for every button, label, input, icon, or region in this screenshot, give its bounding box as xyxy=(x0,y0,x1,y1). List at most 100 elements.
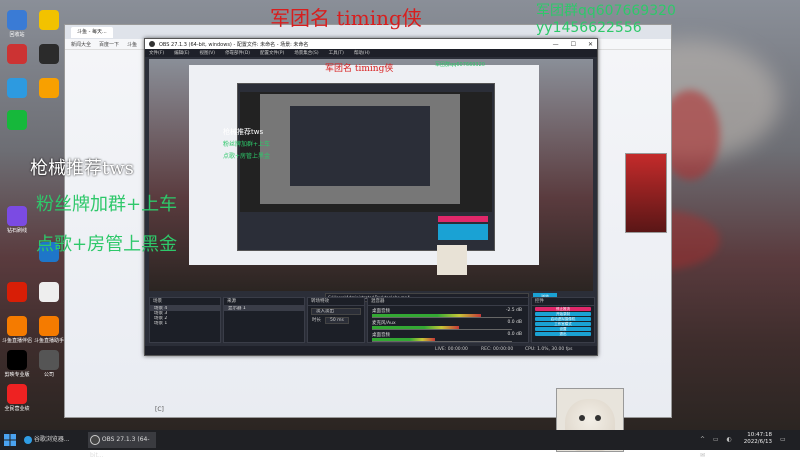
bookmark-item[interactable]: 新闻大全 xyxy=(71,41,91,48)
desktop-icon[interactable]: 钻石刷线 xyxy=(2,206,32,234)
scene-item[interactable]: 场景 1 xyxy=(150,321,220,326)
obs-menu-item[interactable]: 配置文件(P) xyxy=(260,50,284,56)
taskbar-item-browser[interactable]: 谷歌浏览器... xyxy=(24,432,84,448)
desktop-icon-label: 斗鱼直播助手 xyxy=(34,338,65,344)
desktop-icon[interactable] xyxy=(2,44,32,65)
edge-icon xyxy=(24,435,32,444)
mixer-dock: 混音器 桌面音频 -2.5 dB 麦克风/Aux 0.0 dB 桌面音频 0.0 dB xyxy=(367,297,529,343)
cpu-status: CPU: 1.0%, 30.00 fps xyxy=(525,347,573,352)
obs-statusbar: LIVE: 00:00:00 REC: 00:00:00 CPU: 1.0%, … xyxy=(145,346,597,355)
taskbar: 谷歌浏览器... OBS 27.1.3 (64-bit... ^ ▭ ◐ ✉ 1… xyxy=(0,430,800,459)
desktop-icon-label: 全民营业绩 xyxy=(4,406,30,412)
desktop-icon[interactable]: 回收站 xyxy=(2,10,32,38)
control-button[interactable]: 设置 xyxy=(535,327,591,331)
app-icon xyxy=(7,384,27,404)
bookmark-item[interactable]: 斗鱼 xyxy=(127,41,137,48)
volume-slider[interactable] xyxy=(372,341,512,342)
desktop-icon[interactable]: 公司 xyxy=(34,350,64,378)
qq-icon xyxy=(7,78,27,98)
volume-slider[interactable] xyxy=(372,317,512,318)
tray-icons[interactable]: ^ ▭ ◐ ✉ xyxy=(700,432,740,459)
douyu-icon xyxy=(7,316,27,336)
obs-window[interactable]: OBS 27.1.3 (64-bit, windows) - 配置文件: 未命名… xyxy=(144,38,598,356)
windows-start-icon[interactable] xyxy=(4,432,18,448)
controls-dock: 控件 停止推流 开始录制 启动虚拟摄像机 工作室模式 设置 退出 xyxy=(531,297,595,343)
overlay-line2: 粉丝牌加群+上车 xyxy=(36,194,178,215)
live-status: LIVE: 00:00:00 xyxy=(435,347,468,352)
taskbar-item-label: 谷歌浏览器... xyxy=(33,436,70,443)
desktop-icon[interactable]: 斗鱼直播伴侣 xyxy=(2,316,32,344)
streamer-poster xyxy=(625,153,667,233)
maximize-icon[interactable]: ☐ xyxy=(571,41,576,48)
obs-menu-item[interactable]: 停靠部件(D) xyxy=(225,50,250,56)
volume-slider[interactable] xyxy=(372,329,512,330)
source-dock-title: 来源 xyxy=(224,298,304,306)
desktop-icon-label: 回收站 xyxy=(9,32,25,38)
app-icon xyxy=(39,44,59,64)
source-item[interactable]: 显示器 1 xyxy=(224,306,304,311)
obs-menu-item[interactable]: 场景集合(S) xyxy=(294,50,318,56)
desktop-icon[interactable] xyxy=(2,110,32,131)
scene-dock-title: 场景 xyxy=(150,298,220,306)
desktop-icon[interactable] xyxy=(2,78,32,99)
desktop-icon[interactable] xyxy=(34,282,64,303)
control-button[interactable]: 停止推流 xyxy=(535,307,591,311)
transition-dock-title: 转场特效 xyxy=(308,298,364,306)
preview-overlay-qq: 军团群qq607669320 xyxy=(435,62,485,68)
folder-icon xyxy=(39,350,59,370)
clock-date: 2022/6/13 xyxy=(743,439,772,445)
game-icon xyxy=(39,10,59,30)
duration-input[interactable]: 50 ms xyxy=(325,317,349,324)
preview-obs xyxy=(237,83,495,251)
desktop-icon[interactable] xyxy=(2,282,32,303)
obs-menu-item[interactable]: 编辑(E) xyxy=(174,50,189,56)
obs-window-title: OBS 27.1.3 (64-bit, windows) - 配置文件: 未命名… xyxy=(159,41,309,48)
transition-dock: 转场特效 淡入淡出 时长 50 ms xyxy=(307,297,365,343)
source-dock: 来源 显示器 1 xyxy=(223,297,305,343)
system-clock[interactable]: 10:47:18 2022/6/13 xyxy=(744,432,772,446)
control-button[interactable]: 退出 xyxy=(535,332,591,336)
capcut-icon xyxy=(7,350,27,370)
preview-cat xyxy=(437,245,467,275)
desktop-icon[interactable]: 斗鱼直播助手 xyxy=(34,316,64,344)
desktop-icon[interactable]: 全民营业绩 xyxy=(2,384,32,412)
obs-menu-item[interactable]: 视图(V) xyxy=(199,50,215,56)
preview-overlay-line2: 粉丝牌加群+上车 xyxy=(223,141,271,148)
notification-icon[interactable]: ▭ xyxy=(780,432,792,448)
mixer-channel-db: 0.0 dB xyxy=(507,320,522,325)
obs-icon xyxy=(90,434,100,445)
scene-dock: 场景 场景 4 场景 3 场景 2 场景 1 xyxy=(149,297,221,343)
overlay-line1: 枪械推荐tws xyxy=(30,158,134,179)
bookmark-item[interactable]: 百度一下 xyxy=(99,41,119,48)
preview-overlay-line3: 点歌+房管上黑金 xyxy=(223,153,271,160)
control-button[interactable]: 工作室模式 xyxy=(535,322,591,326)
obs-menu-item[interactable]: 文件(F) xyxy=(149,50,164,56)
minimize-icon[interactable]: — xyxy=(553,41,559,48)
close-icon[interactable]: ✕ xyxy=(588,41,593,48)
transition-select[interactable]: 淡入淡出 xyxy=(311,308,361,315)
rec-status: REC: 00:00:00 xyxy=(481,347,514,352)
desktop-icon[interactable] xyxy=(34,78,64,99)
overlay-qq: 军团群qq607669320 xyxy=(536,3,676,19)
duration-label: 时长 xyxy=(312,318,321,323)
control-button[interactable]: 开始录制 xyxy=(535,312,591,316)
obs-logo-icon xyxy=(149,41,155,47)
obs-menu-item[interactable]: 工具(T) xyxy=(329,50,344,56)
mixer-dock-title: 混音器 xyxy=(368,298,528,306)
desktop-icon[interactable]: 剪映专业版 xyxy=(2,350,32,378)
control-button[interactable]: 启动虚拟摄像机 xyxy=(535,317,591,321)
browser-tab[interactable]: 斗鱼 - 每天... xyxy=(71,26,113,38)
overlay-yy: yy1456622556 xyxy=(536,20,642,36)
mixer-channel-db: 0.0 dB xyxy=(507,332,522,337)
desktop-icon[interactable] xyxy=(34,10,64,31)
app-icon xyxy=(7,110,27,130)
desktop-icon-label: 剪映专业版 xyxy=(4,372,30,378)
app-icon xyxy=(7,44,27,64)
obs-preview[interactable]: 军团名 timing侠 军团群qq607669320 枪械推荐tws 粉丝牌加群… xyxy=(149,59,593,291)
desktop-icon[interactable] xyxy=(34,44,64,65)
obs-menu-item[interactable]: 帮助(H) xyxy=(354,50,370,56)
taskbar-item-obs[interactable]: OBS 27.1.3 (64-bit... xyxy=(88,432,156,459)
app-icon xyxy=(7,206,27,226)
file-icon xyxy=(39,282,59,302)
preview-overlay-title: 军团名 timing侠 xyxy=(325,64,394,74)
